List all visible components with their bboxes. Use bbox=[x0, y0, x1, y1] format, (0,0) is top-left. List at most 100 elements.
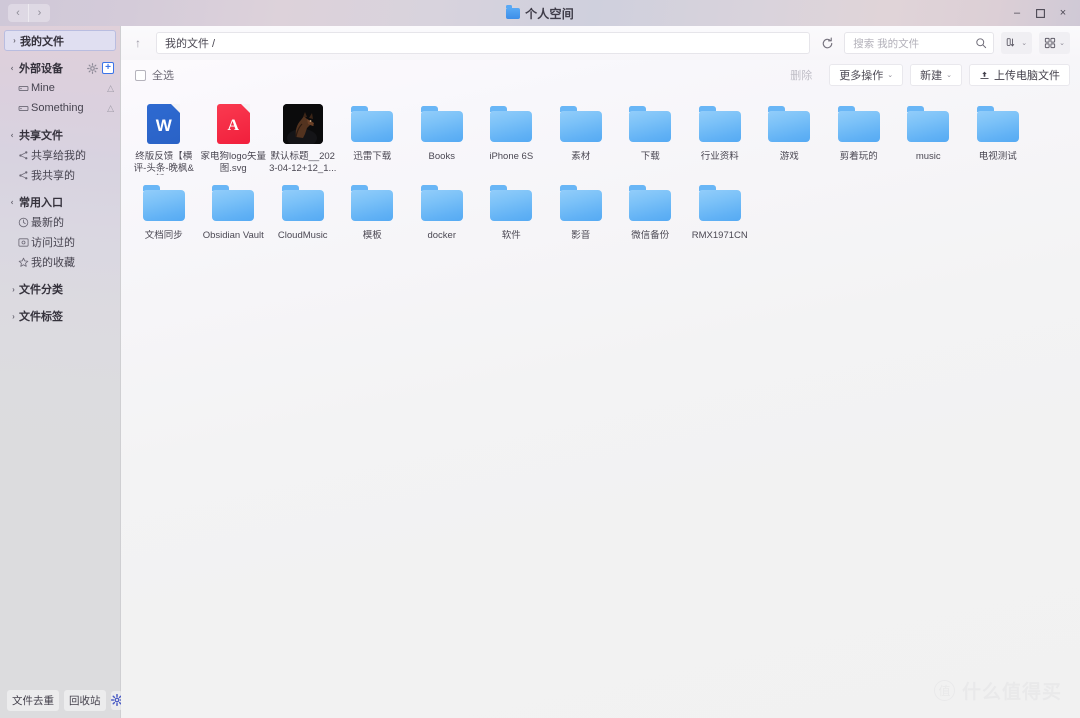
folder-icon bbox=[559, 181, 603, 225]
file-name: 迅雷下载 bbox=[353, 151, 392, 162]
file-tile[interactable]: Books bbox=[407, 96, 477, 175]
file-name: 下载 bbox=[640, 151, 660, 162]
chevron-down-icon: ⌄ bbox=[9, 64, 18, 72]
delete-button[interactable]: 删除 bbox=[780, 64, 822, 86]
view-mode-button[interactable]: ⌄ bbox=[1039, 32, 1070, 54]
file-tile[interactable]: RMX1971CN bbox=[685, 175, 755, 242]
select-all-checkbox[interactable] bbox=[135, 69, 146, 81]
sidebar-item-shared-with-me[interactable]: 共享给我的 bbox=[0, 145, 120, 165]
path-input[interactable]: 我的文件 / bbox=[156, 32, 811, 54]
add-device-button[interactable]: + bbox=[102, 62, 114, 74]
sort-button[interactable]: ⌄ bbox=[1001, 32, 1033, 54]
file-tile[interactable]: 默认标题__2023-04-12+12_1... bbox=[268, 96, 338, 175]
sidebar-item-favorites[interactable]: 我的收藏 bbox=[0, 252, 120, 272]
device-status-icon: △ bbox=[107, 102, 114, 113]
clock-icon bbox=[16, 217, 31, 228]
maximize-icon bbox=[1035, 8, 1045, 18]
file-name: 剪着玩的 bbox=[839, 151, 878, 162]
file-tile[interactable]: music bbox=[894, 96, 964, 175]
file-tile[interactable]: 微信备份 bbox=[616, 175, 686, 242]
chevron-down-icon: ⌄ bbox=[1021, 40, 1028, 47]
file-tile[interactable]: 迅雷下载 bbox=[338, 96, 408, 175]
gear-icon[interactable] bbox=[87, 62, 98, 74]
forward-button[interactable]: › bbox=[29, 4, 50, 22]
more-actions-label: 更多操作 bbox=[839, 70, 884, 82]
file-name: 软件 bbox=[501, 230, 521, 241]
file-name: CloudMusic bbox=[277, 230, 328, 241]
sidebar-item-visited[interactable]: 访问过的 bbox=[0, 232, 120, 252]
title-bar: ‹ › 个人空间 – × bbox=[0, 0, 1080, 26]
new-button[interactable]: 新建 ⌄ bbox=[910, 64, 962, 86]
folder-icon bbox=[142, 181, 186, 225]
sidebar-group-label: 文件分类 bbox=[19, 284, 63, 296]
sidebar-item-recent[interactable]: 最新的 bbox=[0, 212, 120, 232]
sidebar-group-file-categories[interactable]: › 文件分类 bbox=[0, 279, 120, 299]
sidebar-item-i-shared[interactable]: 我共享的 bbox=[0, 165, 120, 185]
more-actions-button[interactable]: 更多操作 ⌄ bbox=[829, 64, 904, 86]
file-name: 微信备份 bbox=[631, 230, 670, 241]
recycle-bin-button[interactable]: 回收站 bbox=[64, 689, 106, 711]
sidebar-item-label: Something bbox=[31, 102, 84, 114]
dedupe-button[interactable]: 文件去重 bbox=[7, 689, 59, 711]
file-tile[interactable]: 模板 bbox=[338, 175, 408, 242]
folder-icon bbox=[420, 102, 464, 146]
file-name: 电视测试 bbox=[978, 151, 1017, 162]
chevron-down-icon: ⌄ bbox=[946, 72, 952, 79]
folder-icon bbox=[698, 181, 742, 225]
sidebar-item-my-files[interactable]: › 我的文件 bbox=[4, 30, 116, 51]
device-icon bbox=[16, 103, 31, 114]
back-button[interactable]: ‹ bbox=[8, 4, 29, 22]
file-tile[interactable]: 素材 bbox=[546, 96, 616, 175]
sidebar-item-mine[interactable]: Mine △ bbox=[0, 78, 120, 98]
select-all-control[interactable]: 全选 bbox=[135, 67, 174, 83]
file-name: Books bbox=[428, 151, 455, 162]
sidebar-item-label: Mine bbox=[31, 82, 55, 94]
window-controls: – × bbox=[1006, 3, 1074, 23]
sidebar-group-quick-access[interactable]: ⌄ 常用入口 bbox=[0, 192, 120, 212]
file-tile[interactable]: 行业资料 bbox=[685, 96, 755, 175]
file-tile[interactable]: 影音 bbox=[546, 175, 616, 242]
chevron-down-icon: ⌄ bbox=[9, 131, 18, 139]
sidebar-group-label: 文件标签 bbox=[19, 311, 63, 323]
upload-button[interactable]: 上传电脑文件 bbox=[969, 64, 1070, 86]
path-text: 我的文件 / bbox=[165, 38, 216, 50]
file-tile[interactable]: Obsidian Vault bbox=[199, 175, 269, 242]
share-out-icon bbox=[16, 170, 31, 181]
file-tile[interactable]: 电视测试 bbox=[963, 96, 1033, 175]
file-name: iPhone 6S bbox=[489, 151, 534, 162]
search-input[interactable]: 搜索 我的文件 bbox=[844, 32, 995, 54]
maximize-button[interactable] bbox=[1029, 3, 1051, 23]
file-tile[interactable]: W 终版反馈【横评-头条-晚枫&新... bbox=[129, 96, 199, 175]
folder-icon bbox=[837, 102, 881, 146]
folder-icon bbox=[559, 102, 603, 146]
refresh-button[interactable] bbox=[817, 32, 837, 54]
sidebar-item-label: 共享给我的 bbox=[31, 150, 86, 162]
file-tile[interactable]: A 家电狗logo矢量图.svg bbox=[199, 96, 269, 175]
file-tile[interactable]: 剪着玩的 bbox=[824, 96, 894, 175]
folder-icon bbox=[350, 181, 394, 225]
file-name: 行业资料 bbox=[700, 151, 739, 162]
sidebar-footer: 文件去重 回收站 bbox=[0, 682, 123, 718]
file-tile[interactable]: 软件 bbox=[477, 175, 547, 242]
file-tile[interactable]: docker bbox=[407, 175, 477, 242]
minimize-button[interactable]: – bbox=[1006, 3, 1028, 23]
go-up-button[interactable]: ↑ bbox=[127, 32, 149, 54]
file-tile[interactable]: 文档同步 bbox=[129, 175, 199, 242]
sidebar-group-file-tags[interactable]: › 文件标签 bbox=[0, 306, 120, 326]
file-name: 素材 bbox=[571, 151, 591, 162]
sidebar-group-shared-files[interactable]: ⌄ 共享文件 bbox=[0, 125, 120, 145]
file-grid: W 终版反馈【横评-头条-晚枫&新... A 家电狗logo矢量图.svg默认标题__… bbox=[129, 96, 1072, 242]
close-button[interactable]: × bbox=[1052, 3, 1074, 23]
file-tile[interactable]: 游戏 bbox=[755, 96, 825, 175]
file-tile[interactable]: 下载 bbox=[616, 96, 686, 175]
sidebar-item-something[interactable]: Something △ bbox=[0, 98, 120, 118]
sidebar-group-external-devices[interactable]: ⌄ 外部设备 + bbox=[0, 58, 120, 78]
file-tile[interactable]: iPhone 6S bbox=[477, 96, 547, 175]
file-name: Obsidian Vault bbox=[202, 230, 264, 241]
sort-icon bbox=[1007, 38, 1015, 47]
nav-arrows: ‹ › bbox=[8, 4, 50, 22]
file-tile[interactable]: CloudMusic bbox=[268, 175, 338, 242]
